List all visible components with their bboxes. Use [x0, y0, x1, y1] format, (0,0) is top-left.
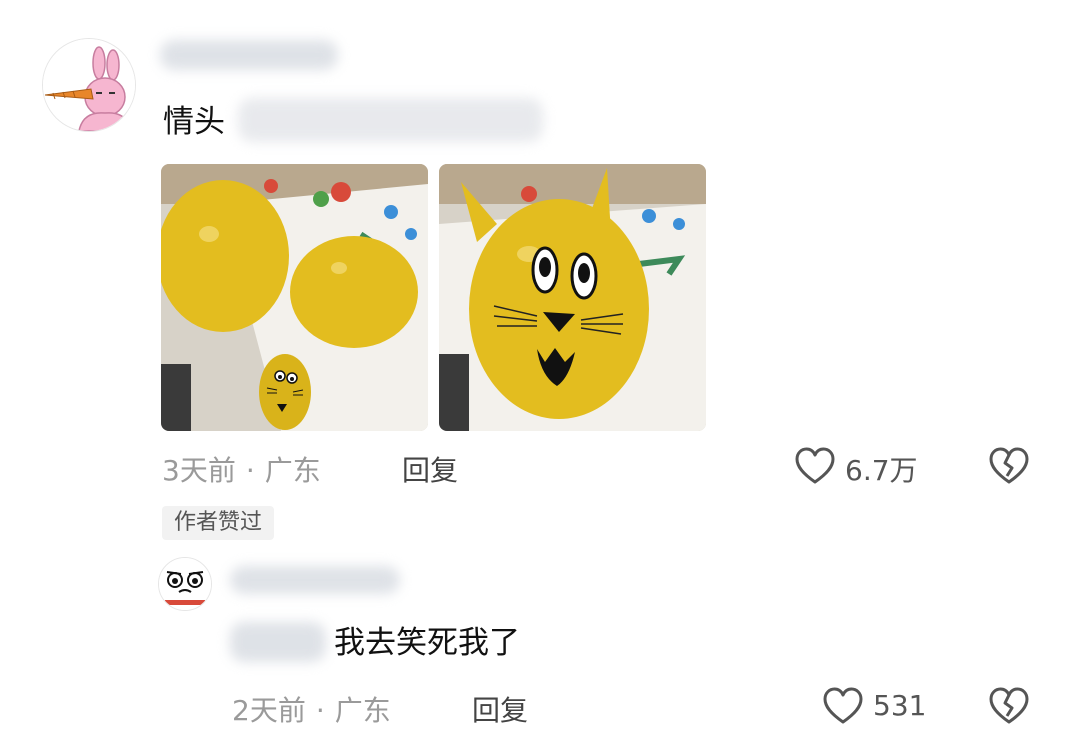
heart-icon	[823, 687, 863, 724]
pink-rabbit-avatar-image	[43, 39, 135, 131]
reply-location: 广东	[334, 694, 391, 727]
meta-separator: ·	[245, 454, 255, 487]
reply-mention-redacted	[230, 622, 326, 662]
replier-username-redacted	[230, 566, 400, 594]
reply-meta: 2天前 · 广东	[232, 689, 391, 729]
comment-image-cat-balloon[interactable]	[439, 164, 706, 431]
commenter-avatar[interactable]	[42, 38, 136, 132]
comment-image-mouse-balloon[interactable]	[161, 164, 428, 431]
crying-face-avatar-image	[159, 558, 211, 610]
comment-meta: 3天前 · 广东	[162, 449, 321, 489]
comment-like-count: 6.7万	[845, 454, 918, 487]
author-liked-badge: 作者赞过	[162, 506, 275, 540]
comment-time: 3天前	[162, 454, 236, 487]
broken-heart-icon	[989, 447, 1029, 484]
comment-text-prefix: 情头	[163, 104, 225, 140]
comment-dislike-button[interactable]	[988, 446, 1030, 488]
reply-time: 2天前	[232, 694, 306, 727]
reply-dislike-button[interactable]	[988, 686, 1030, 728]
comment-reply-button[interactable]: 回复	[402, 449, 458, 489]
reply-reply-button[interactable]: 回复	[472, 689, 528, 729]
meta-separator: ·	[315, 694, 325, 727]
reply-like-button[interactable]	[822, 686, 864, 728]
replier-avatar[interactable]	[158, 557, 212, 611]
comment-like-button[interactable]	[794, 446, 836, 488]
reply-text: 我去笑死我了	[334, 625, 520, 661]
reply-like-count: 531	[873, 689, 927, 722]
comment-text-redacted	[238, 98, 543, 142]
commenter-username-redacted	[160, 40, 338, 70]
broken-heart-icon	[989, 687, 1029, 724]
heart-icon	[795, 447, 835, 484]
comment-location: 广东	[264, 454, 321, 487]
